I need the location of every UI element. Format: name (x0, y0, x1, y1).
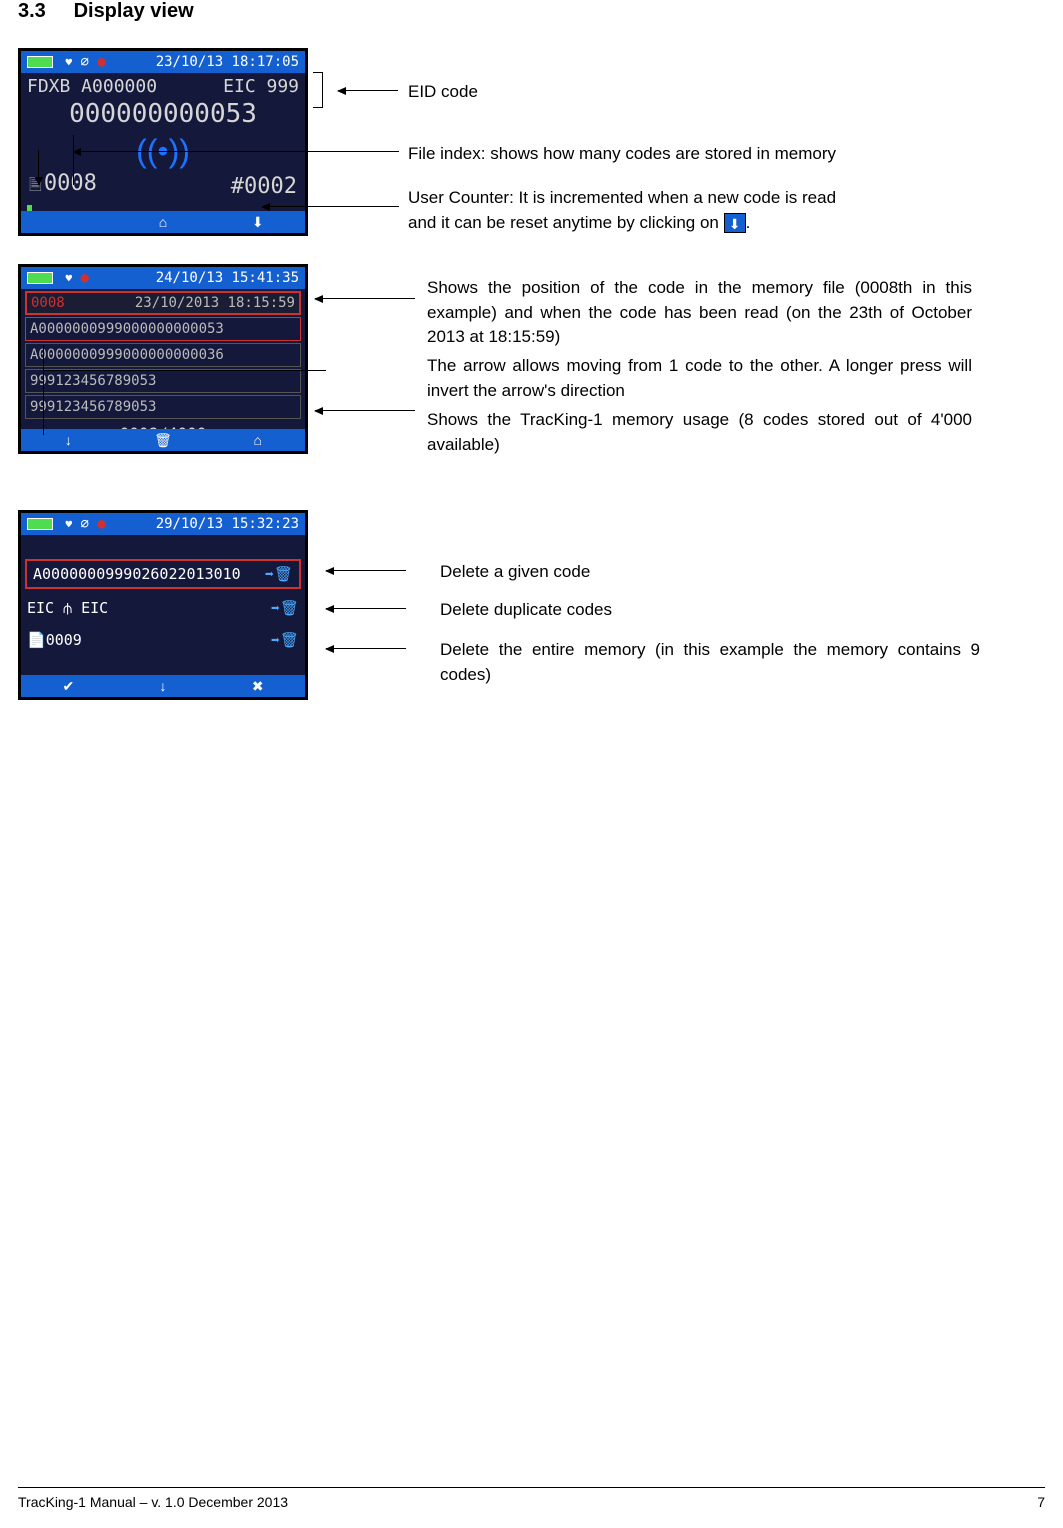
label-usercounter: User Counter: It is incremented when a n… (408, 186, 968, 235)
label-del-single: Delete a given code (440, 560, 590, 585)
trash-icon[interactable]: 🗑 (116, 429, 211, 451)
status-datetime-2: 24/10/13 15:41:35 (156, 270, 299, 286)
label-del-dup: Delete duplicate codes (440, 598, 612, 623)
arrow-trash-icon: ➡🗑 (271, 599, 299, 617)
arrow-fileindex (73, 151, 399, 152)
bt-icon: ⌀ (81, 516, 89, 532)
bottom-bar-2: ↓ 🗑 ⌂ (21, 429, 305, 451)
delete-single-row[interactable]: A0000000999026022013010 ➡🗑 (25, 559, 301, 589)
status-icons: ♥ ⌀ ● (27, 54, 106, 70)
footer-left: TracKing-1 Manual – v. 1.0 December 2013 (18, 1494, 288, 1510)
arrow-usercounter (262, 206, 399, 207)
code-row[interactable]: A0000000999000000000036 (25, 343, 301, 367)
bottom-bar-3: ✔ ↓ ✖ (21, 675, 305, 697)
code-row[interactable]: A0000000999000000000053 (25, 317, 301, 341)
bottom-bar: ⌂ ⬇ (21, 211, 305, 233)
arrow-usage (315, 410, 415, 411)
battery-icon (27, 518, 53, 530)
delete-single-code: A0000000999026022013010 (33, 565, 241, 583)
bt-icon: ⌀ (81, 54, 89, 70)
label-position: Shows the position of the code in the me… (427, 276, 972, 350)
delete-duplicate-row[interactable]: EIC ⫛ EIC ➡🗑 (21, 595, 305, 621)
arrow-trash-icon: ➡🗑 (271, 631, 299, 649)
status-icons-3: ♥ ⌀ ● (27, 516, 106, 532)
download-inline-icon: ⬇ (724, 213, 746, 233)
arrow-down-icon[interactable]: ↓ (116, 675, 211, 697)
bracket-eid (313, 72, 323, 108)
record-icon: ● (97, 54, 105, 70)
fdxb-label: FDXB A000000 (27, 76, 157, 97)
selected-code-row[interactable]: 0008 23/10/2013 18:15:59 (25, 291, 301, 315)
eid-row: FDXB A000000 EIC 999 (21, 73, 305, 97)
section-title: Display view (74, 0, 194, 22)
selected-index: 0008 (31, 295, 65, 311)
status-bar-3: ♥ ⌀ ● 29/10/13 15:32:23 (21, 513, 305, 535)
battery-icon (27, 56, 53, 68)
callout-h-arrow-nav (43, 370, 326, 371)
arrow-fileindex-down (38, 150, 39, 185)
heart-icon: ♥ (65, 272, 72, 285)
page-footer: TracKing-1 Manual – v. 1.0 December 2013… (18, 1487, 1045, 1510)
code-row[interactable]: 999123456789053 (25, 369, 301, 393)
arrow-position (315, 298, 415, 299)
status-bar-2: ♥ ● 24/10/13 15:41:35 (21, 267, 305, 289)
status-datetime-3: 29/10/13 15:32:23 (156, 516, 299, 532)
heart-icon: ♥ (65, 56, 72, 69)
screenshot-delete-view: ♥ ⌀ ● 29/10/13 15:32:23 A000000099902602… (18, 510, 308, 700)
eic-label: EIC 999 (223, 76, 299, 97)
heart-icon: ♥ (65, 518, 72, 531)
home-icon[interactable]: ⌂ (210, 429, 305, 451)
callout-arrow-nav (43, 345, 44, 435)
bottom-blank[interactable] (21, 211, 116, 233)
status-icons-2: ♥ ● (27, 270, 89, 286)
section-heading: 3.3 Display view (18, 0, 194, 23)
cancel-icon[interactable]: ✖ (210, 675, 305, 697)
arrow-del-all (326, 648, 406, 649)
label-fileindex: File index: shows how many codes are sto… (408, 142, 836, 167)
battery-icon (27, 272, 53, 284)
counters-row: 🗎0008 #0002 (21, 171, 305, 205)
eid-code-number: 000000000053 (21, 97, 305, 131)
label-eid: EID code (408, 80, 478, 105)
arrow-trash-icon: ➡🗑 (265, 565, 293, 583)
status-bar: ♥ ⌀ ● 23/10/13 18:17:05 (21, 51, 305, 73)
status-datetime: 23/10/13 18:17:05 (156, 54, 299, 70)
callout-line-fileindex (73, 135, 74, 185)
arrow-del-dup (326, 608, 406, 609)
delete-duplicate-label: EIC ⫛ EIC (27, 599, 108, 617)
home-icon[interactable]: ⌂ (116, 211, 211, 233)
label-del-all: Delete the entire memory (in this exampl… (440, 638, 980, 687)
user-counter: #0002 (231, 174, 297, 199)
confirm-icon[interactable]: ✔ (21, 675, 116, 697)
record-icon: ● (97, 516, 105, 532)
file-icon: 📄 (27, 631, 46, 649)
delete-all-label: 📄0009 (27, 631, 82, 649)
selected-timestamp: 23/10/2013 18:15:59 (135, 295, 295, 311)
delete-all-row[interactable]: 📄0009 ➡🗑 (21, 627, 305, 653)
arrow-del-single (326, 570, 406, 571)
page-number: 7 (1037, 1494, 1045, 1510)
arrow-eid (338, 90, 398, 91)
arrow-down-icon[interactable]: ↓ (21, 429, 116, 451)
label-usage: Shows the TracKing-1 memory usage (8 cod… (427, 408, 972, 457)
download-icon[interactable]: ⬇ (210, 211, 305, 233)
code-row[interactable]: 999123456789053 (25, 395, 301, 419)
record-icon: ● (81, 270, 89, 286)
section-number: 3.3 (18, 0, 68, 23)
screenshot-memory-list: ♥ ● 24/10/13 15:41:35 0008 23/10/2013 18… (18, 264, 308, 454)
label-arrow-nav: The arrow allows moving from 1 code to t… (427, 354, 972, 403)
file-index: 🗎0008 (29, 171, 97, 201)
